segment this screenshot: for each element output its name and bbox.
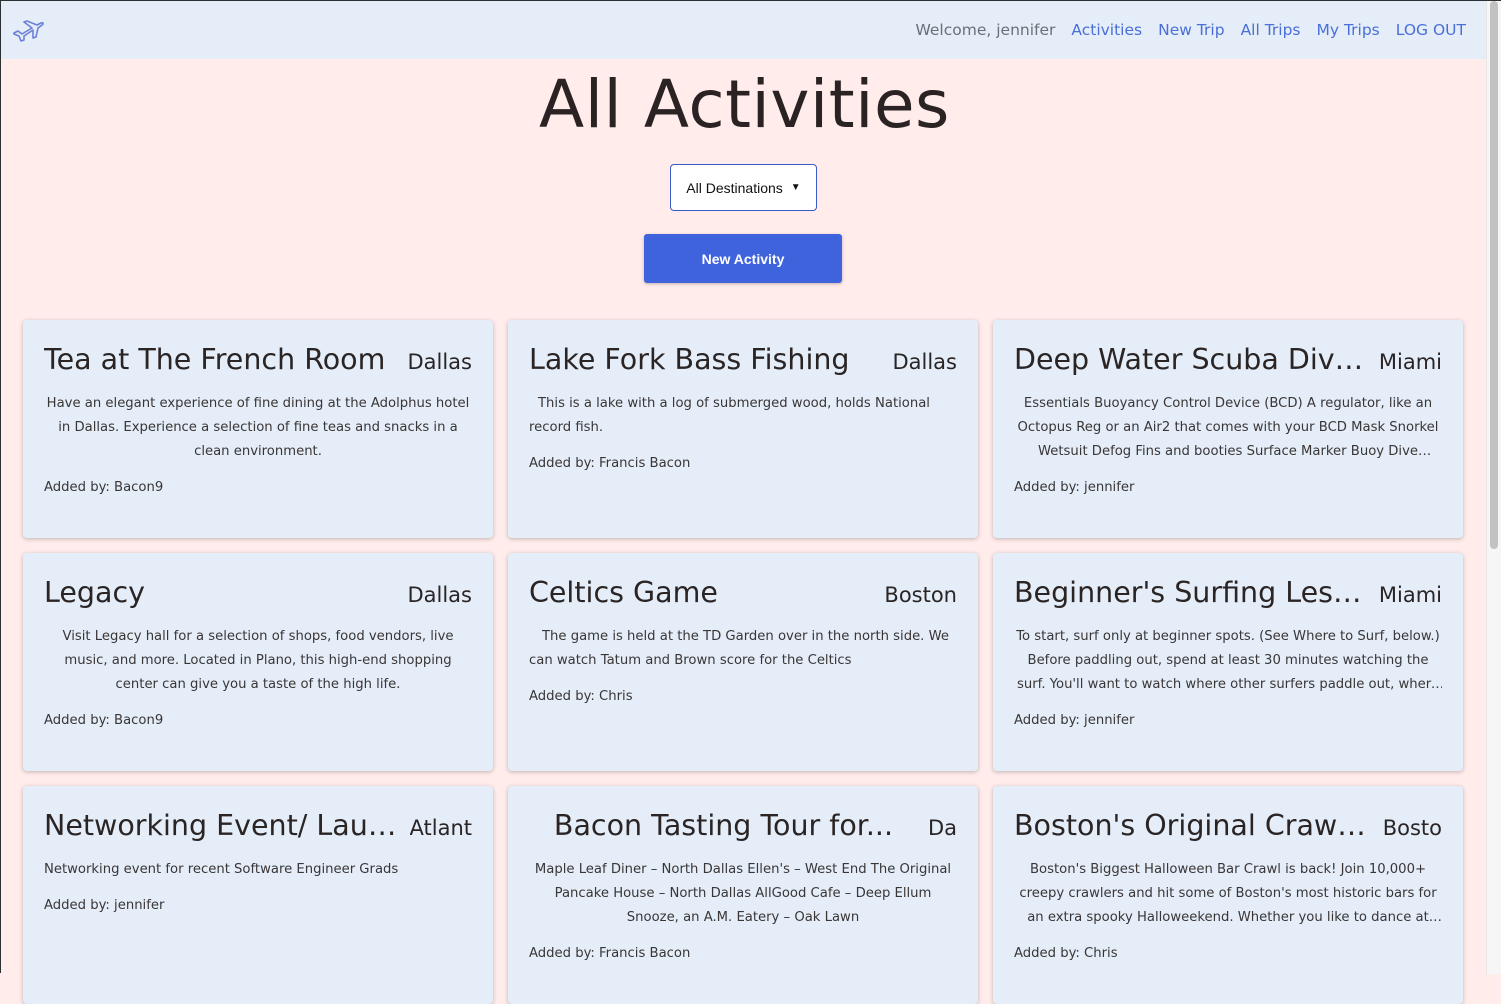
activity-description: Have an elegant experience of fine dinin… bbox=[46, 396, 470, 459]
activity-added-by: Added by: Chris bbox=[1014, 946, 1118, 961]
activity-added-by: Added by: Bacon9 bbox=[44, 480, 164, 495]
nav-activities-link[interactable]: Activities bbox=[1071, 21, 1142, 39]
scrollbar-thumb[interactable] bbox=[1490, 1, 1498, 549]
activity-added-by: Added by: jennifer bbox=[1014, 713, 1135, 728]
activity-title[interactable]: Beginner's Surfing Lesson bbox=[1014, 573, 1369, 613]
activity-added-by: Added by: jennifer bbox=[1014, 480, 1135, 495]
activity-description: Maple Leaf Diner – North Dallas Ellen's … bbox=[534, 862, 952, 925]
card-header: Tea at The French Room Dallas bbox=[44, 340, 472, 380]
activity-title[interactable]: Boston's Original Crawl-O-... bbox=[1014, 806, 1373, 846]
activity-card[interactable]: Boston's Original Crawl-O-... Bosto Bost… bbox=[993, 786, 1463, 1004]
activity-description: Visit Legacy hall for a selection of sho… bbox=[62, 629, 454, 692]
activity-title[interactable]: Celtics Game bbox=[529, 573, 718, 613]
activity-destination: Miami bbox=[1378, 350, 1442, 374]
card-header: Legacy Dallas bbox=[44, 573, 472, 613]
destination-filter-select[interactable]: All Destinations ▼ bbox=[670, 164, 817, 211]
activity-card[interactable]: Networking Event/ Launc... Atlant Networ… bbox=[23, 786, 493, 1004]
activity-added-by: Added by: Chris bbox=[529, 689, 633, 704]
activity-title[interactable]: Deep Water Scuba Diving bbox=[1014, 340, 1369, 380]
activity-card[interactable]: Bacon Tasting Tour for... Da Maple Leaf … bbox=[508, 786, 978, 1004]
nav-all-trips-link[interactable]: All Trips bbox=[1241, 21, 1301, 39]
activity-destination: Atlant bbox=[409, 816, 472, 840]
activity-description: Essentials Buoyancy Control Device (BCD)… bbox=[1017, 396, 1439, 459]
activity-card[interactable]: Deep Water Scuba Diving Miami Essentials… bbox=[993, 320, 1463, 538]
activity-title[interactable]: Tea at The French Room bbox=[44, 340, 385, 380]
activity-added-by: Added by: Bacon9 bbox=[44, 713, 164, 728]
activity-destination: Dallas bbox=[407, 583, 472, 607]
card-header: Lake Fork Bass Fishing Dallas bbox=[529, 340, 957, 380]
activity-card[interactable]: Legacy Dallas Visit Legacy hall for a se… bbox=[23, 553, 493, 771]
activity-description: Networking event for recent Software Eng… bbox=[44, 862, 399, 877]
activity-destination: Dallas bbox=[892, 350, 957, 374]
activity-card[interactable]: Beginner's Surfing Lesson Miami To start… bbox=[993, 553, 1463, 771]
card-header: Networking Event/ Launc... Atlant bbox=[44, 806, 472, 846]
activity-grid: Tea at The French Room Dallas Have an el… bbox=[23, 320, 1464, 1004]
activity-added-by: Added by: Francis Bacon bbox=[529, 456, 691, 471]
activity-destination: Miami bbox=[1378, 583, 1442, 607]
activity-title[interactable]: Lake Fork Bass Fishing bbox=[529, 340, 850, 380]
card-header: Deep Water Scuba Diving Miami bbox=[1014, 340, 1442, 380]
page-scrollbar[interactable] bbox=[1486, 1, 1501, 974]
destination-filter-value: All Destinations bbox=[686, 179, 783, 196]
activity-destination: Bosto bbox=[1382, 816, 1442, 840]
chevron-down-icon: ▼ bbox=[790, 182, 801, 193]
activity-destination: Dallas bbox=[407, 350, 472, 374]
navbar: Welcome, jennifer Activities New Trip Al… bbox=[1, 1, 1488, 59]
welcome-text: Welcome, jennifer bbox=[915, 21, 1056, 39]
card-header: Boston's Original Crawl-O-... Bosto bbox=[1014, 806, 1442, 846]
nav-new-trip-link[interactable]: New Trip bbox=[1158, 21, 1224, 39]
activity-description: Boston's Biggest Halloween Bar Crawl is … bbox=[1019, 862, 1437, 925]
activity-added-by: Added by: Francis Bacon bbox=[529, 946, 691, 961]
activity-title[interactable]: Bacon Tasting Tour for... bbox=[529, 806, 918, 846]
activity-title[interactable]: Legacy bbox=[44, 573, 145, 613]
new-activity-button[interactable]: New Activity bbox=[644, 234, 842, 283]
activity-description: The game is held at the TD Garden over i… bbox=[529, 629, 949, 668]
activity-destination: Boston bbox=[884, 583, 957, 607]
activity-card[interactable]: Lake Fork Bass Fishing Dallas This is a … bbox=[508, 320, 978, 538]
airplane-logo-icon[interactable] bbox=[12, 15, 46, 45]
page-title: All Activities bbox=[539, 66, 950, 143]
activity-description: This is a lake with a log of submerged w… bbox=[529, 396, 930, 435]
nav-my-trips-link[interactable]: My Trips bbox=[1317, 21, 1380, 39]
activity-card[interactable]: Celtics Game Boston The game is held at … bbox=[508, 553, 978, 771]
nav-links: Welcome, jennifer Activities New Trip Al… bbox=[899, 21, 1466, 39]
activity-added-by: Added by: jennifer bbox=[44, 898, 165, 913]
activity-card[interactable]: Tea at The French Room Dallas Have an el… bbox=[23, 320, 493, 538]
activity-title[interactable]: Networking Event/ Launc... bbox=[44, 806, 400, 846]
card-header: Bacon Tasting Tour for... Da bbox=[529, 806, 957, 846]
card-header: Celtics Game Boston bbox=[529, 573, 957, 613]
card-header: Beginner's Surfing Lesson Miami bbox=[1014, 573, 1442, 613]
nav-logout-link[interactable]: LOG OUT bbox=[1396, 21, 1466, 39]
activity-description: To start, surf only at beginner spots. (… bbox=[1016, 629, 1440, 692]
activity-destination: Da bbox=[927, 816, 957, 840]
